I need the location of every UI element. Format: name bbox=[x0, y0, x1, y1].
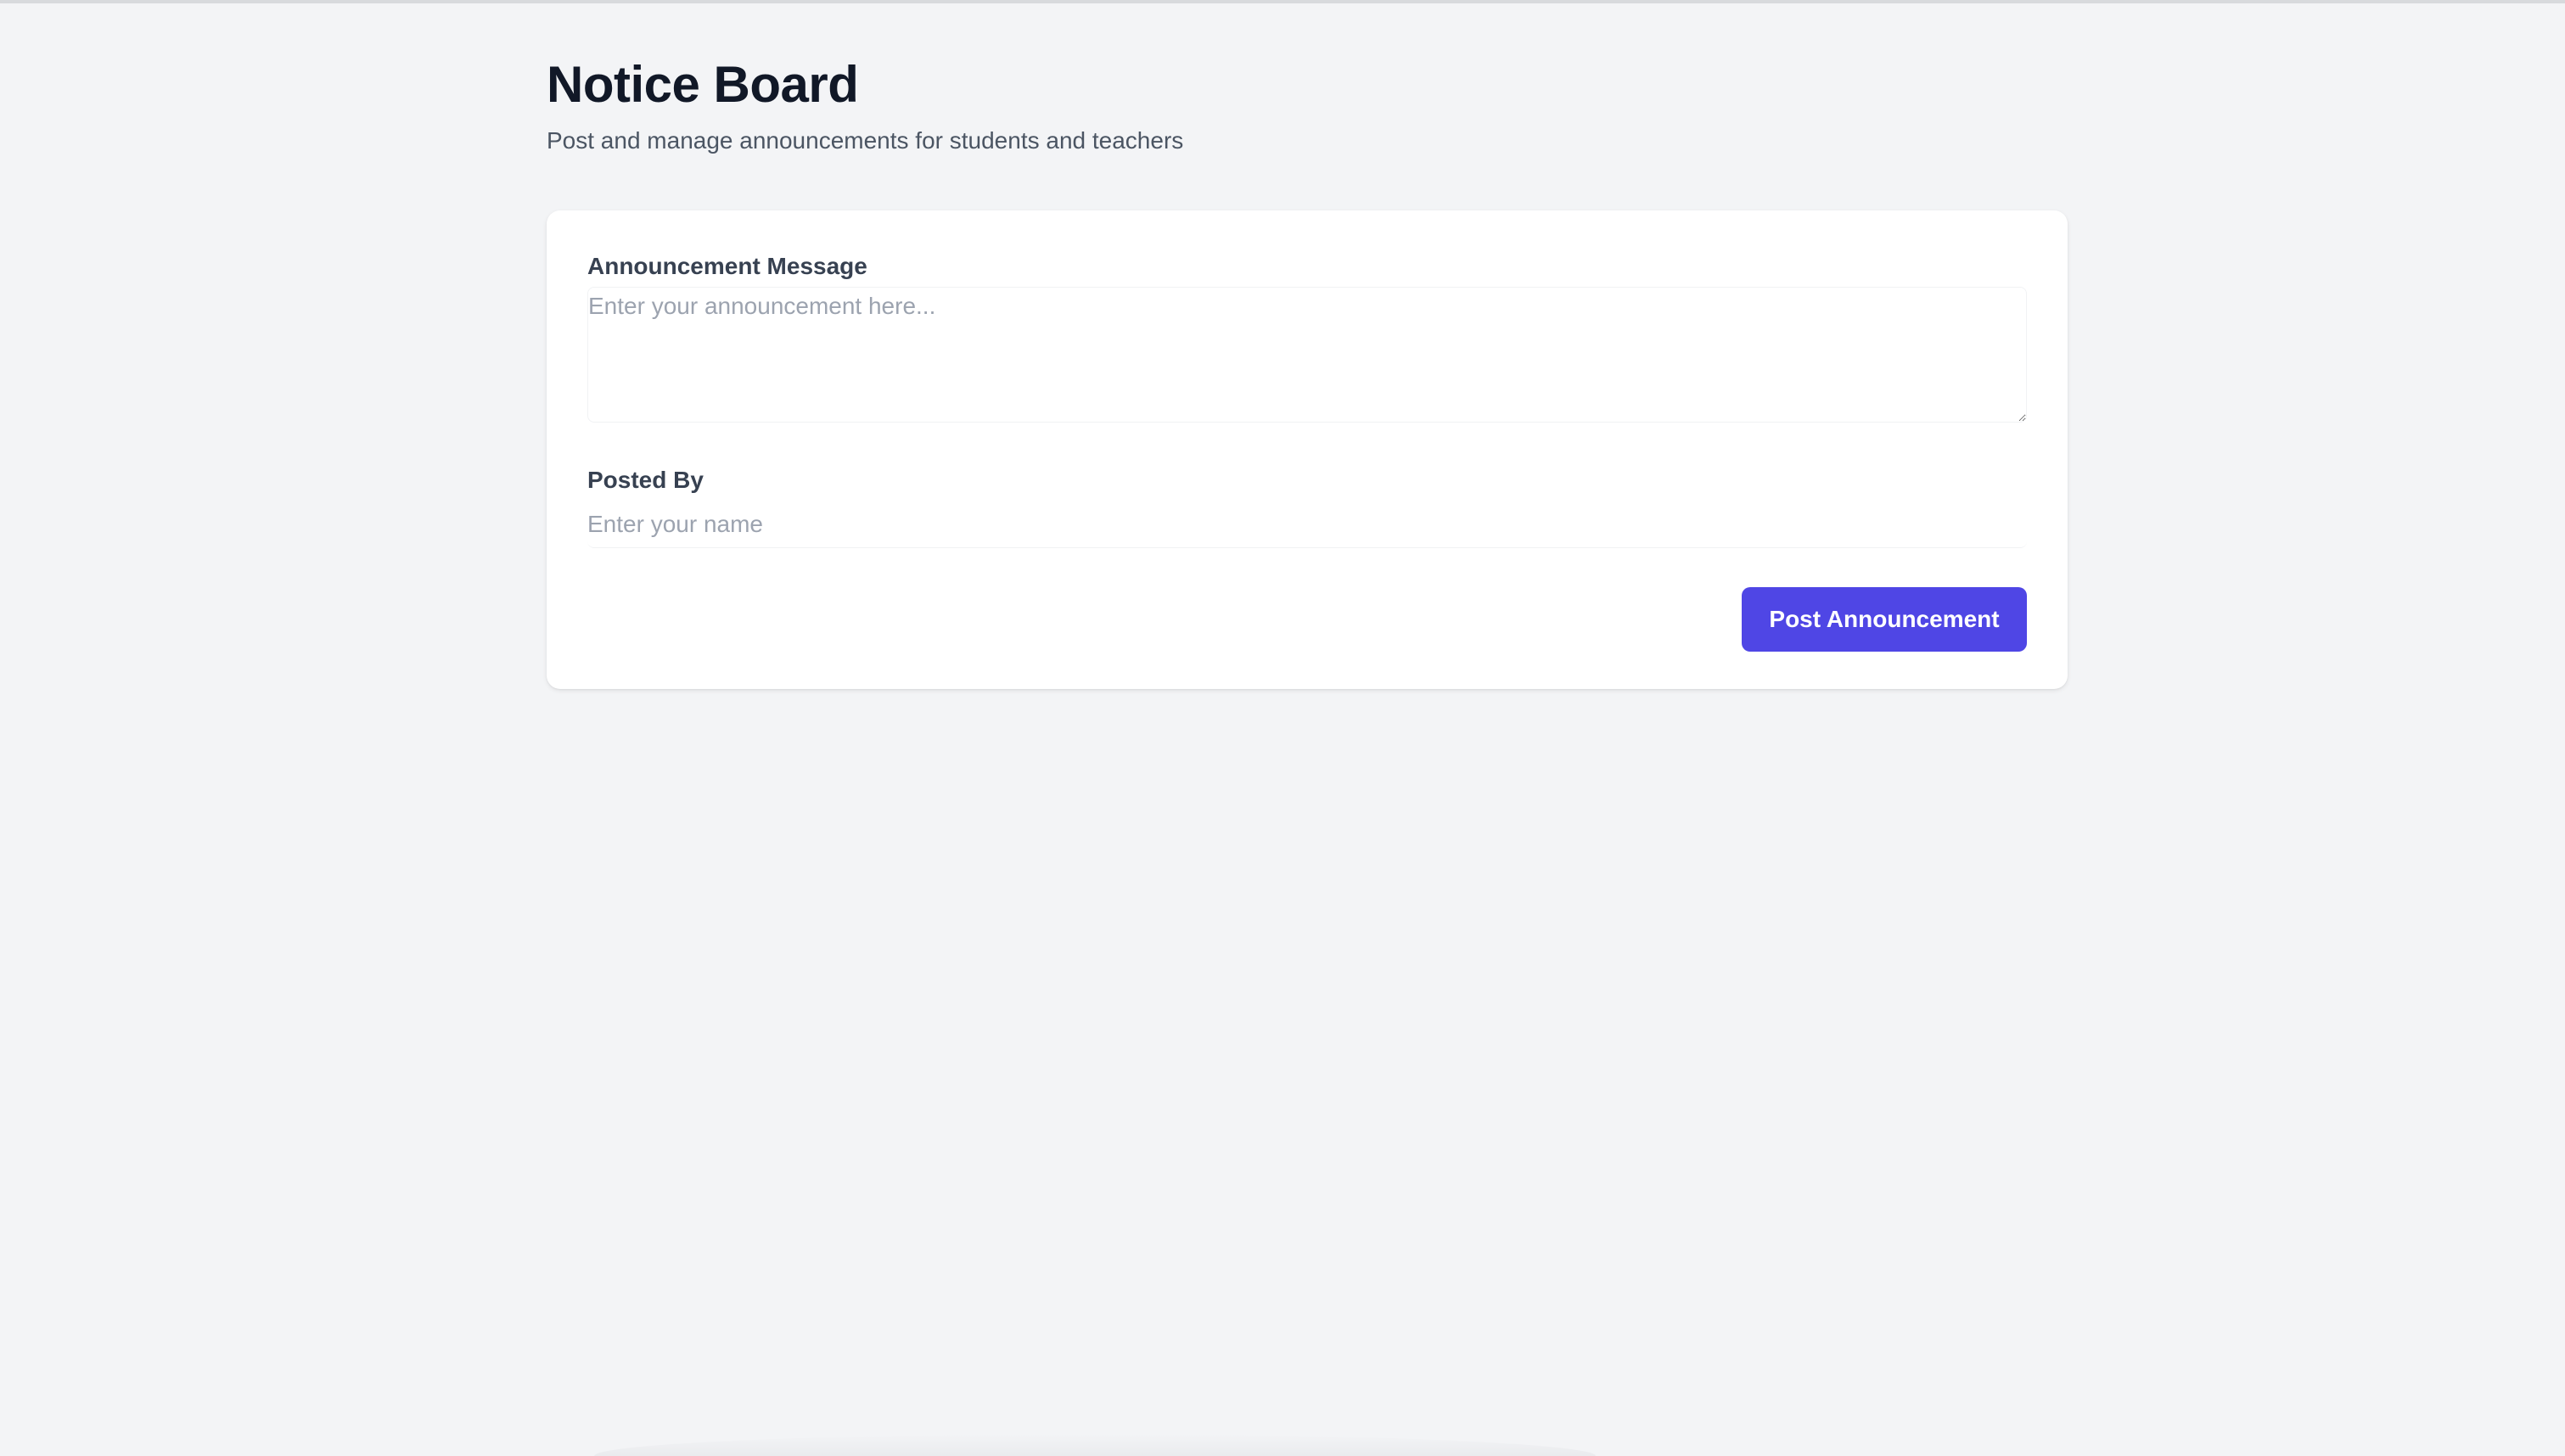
announcement-message-textarea[interactable] bbox=[587, 287, 2027, 423]
announcement-form-card: Announcement Message Posted By Post Anno… bbox=[547, 210, 2068, 689]
page-container: Notice Board Post and manage announcemen… bbox=[547, 51, 2068, 689]
posted-by-input[interactable] bbox=[587, 501, 2027, 548]
form-actions: Post Announcement bbox=[587, 587, 2027, 652]
window-top-border bbox=[0, 0, 2565, 3]
announcement-message-label: Announcement Message bbox=[587, 253, 867, 279]
posted-by-label: Posted By bbox=[587, 467, 704, 493]
page-title: Notice Board bbox=[547, 56, 859, 113]
page-subtitle: Post and manage announcements for studen… bbox=[547, 127, 1184, 154]
post-announcement-button[interactable]: Post Announcement bbox=[1742, 587, 2027, 652]
bottom-edge-shadow bbox=[594, 1434, 1596, 1456]
